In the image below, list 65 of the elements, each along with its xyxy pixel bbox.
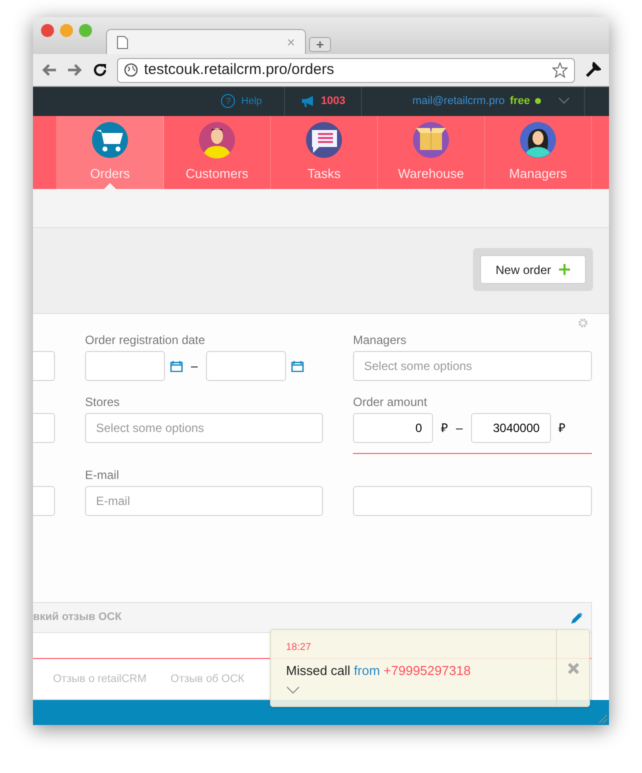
plus-icon — [559, 264, 570, 276]
field-label: Stores — [85, 394, 121, 411]
review-link[interactable]: Отзыв о retailCRM — [53, 670, 147, 688]
close-window-button[interactable] — [41, 24, 54, 37]
nav-tab[interactable]: Managers — [485, 116, 592, 189]
field-label: Managers — [353, 332, 408, 349]
filter-input[interactable] — [33, 413, 55, 443]
forward-icon[interactable] — [67, 63, 83, 78]
range-dash: – — [191, 358, 198, 375]
minimize-window-button[interactable] — [60, 24, 73, 37]
field-label: Order amount — [353, 394, 428, 411]
amount-to-field[interactable]: 3040000 — [470, 413, 551, 443]
notification-count[interactable]: 1003 — [320, 93, 346, 110]
email-field[interactable]: E-mail — [85, 486, 323, 516]
filter-input[interactable] — [33, 351, 55, 381]
page-icon — [117, 36, 128, 49]
resize-grip-icon[interactable] — [596, 712, 608, 724]
settings-icon[interactable] — [578, 318, 588, 328]
expand-chevron-icon[interactable] — [286, 686, 300, 694]
notification-time: 18:27 — [286, 641, 312, 655]
globe-icon — [124, 63, 138, 78]
field-label: Order registration date — [85, 332, 206, 349]
nav-tab[interactable]: Customers — [164, 116, 271, 189]
person-avatar-icon — [197, 120, 237, 160]
range-dash: – — [456, 420, 463, 437]
address-bar[interactable]: testcouk.retailcrm.pro/orders — [117, 58, 575, 83]
pencil-icon[interactable] — [571, 612, 583, 624]
amount-from-field[interactable]: 0 — [353, 413, 433, 443]
help-icon: ? — [221, 94, 236, 108]
reload-icon[interactable] — [93, 63, 107, 78]
phone-link[interactable]: +79995297318 — [384, 663, 471, 678]
wrench-icon[interactable] — [585, 62, 601, 78]
stores-select[interactable]: Select some options — [85, 413, 323, 443]
panel-title: вкий отзыв ОСК — [33, 610, 122, 626]
nav-tab[interactable]: Tasks — [271, 116, 378, 189]
new-tab-button[interactable]: + — [309, 37, 331, 52]
currency-symbol: ₽ — [441, 420, 448, 437]
tab-close-button[interactable]: × — [286, 35, 295, 50]
review-link[interactable]: Отзыв об ОСК — [170, 670, 244, 688]
filter-input[interactable] — [353, 486, 592, 516]
partial-nav-tab[interactable] — [33, 116, 57, 189]
bookmark-star-icon[interactable] — [552, 62, 568, 78]
megaphone-icon — [300, 95, 316, 108]
date-from-field[interactable] — [85, 351, 165, 381]
nav-tab[interactable]: Orders — [57, 116, 164, 189]
back-icon[interactable] — [41, 63, 57, 78]
new-order-button[interactable]: New order — [480, 255, 586, 284]
close-icon[interactable] — [568, 662, 578, 674]
date-to-field[interactable] — [206, 351, 286, 381]
calendar-icon[interactable] — [290, 360, 304, 372]
missed-call-message: Missed call from +79995297318 — [286, 662, 472, 680]
woman-avatar-icon — [518, 120, 558, 160]
box-icon — [411, 120, 451, 160]
calendar-icon[interactable] — [170, 360, 183, 372]
chat-list-icon — [304, 120, 344, 160]
help-link[interactable]: Help — [241, 94, 262, 109]
browser-tab[interactable]: × — [106, 29, 306, 54]
chevron-down-icon — [558, 97, 570, 106]
cart-icon — [90, 120, 130, 160]
zoom-window-button[interactable] — [79, 24, 92, 37]
field-label: E-mail — [85, 467, 120, 484]
filter-input[interactable] — [33, 486, 55, 516]
currency-symbol: ₽ — [558, 420, 566, 437]
managers-select[interactable]: Select some options — [353, 351, 592, 381]
nav-tab[interactable]: Warehouse — [378, 116, 485, 189]
